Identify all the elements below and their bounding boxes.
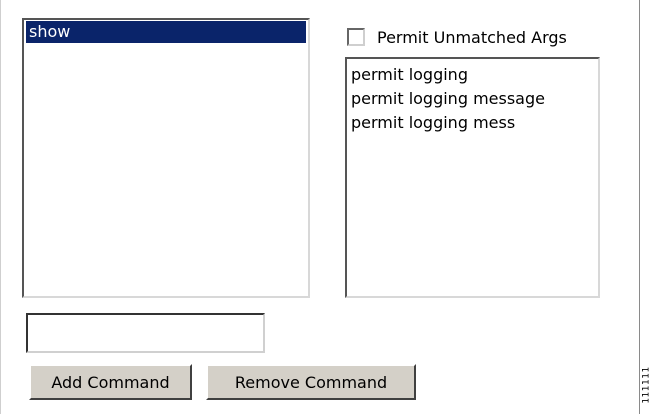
- permit-unmatched-args-checkbox[interactable]: [347, 28, 365, 46]
- figure-id: 111111: [640, 356, 654, 414]
- remove-command-button[interactable]: Remove Command: [206, 364, 416, 400]
- command-input[interactable]: [26, 313, 265, 353]
- arguments-list[interactable]: permit logging permit logging message pe…: [345, 57, 600, 298]
- argument-item[interactable]: permit logging: [347, 63, 598, 87]
- command-authorization-panel: show Permit Unmatched Args permit loggin…: [0, 0, 640, 414]
- command-list-item-show[interactable]: show: [26, 21, 306, 43]
- argument-item[interactable]: permit logging mess: [347, 111, 598, 135]
- figure-id-label: 111111: [642, 366, 653, 404]
- command-list[interactable]: show: [22, 18, 310, 298]
- add-command-button[interactable]: Add Command: [29, 364, 192, 400]
- argument-item[interactable]: permit logging message: [347, 87, 598, 111]
- permit-unmatched-args-label: Permit Unmatched Args: [377, 27, 567, 47]
- permit-unmatched-args-option[interactable]: Permit Unmatched Args: [347, 24, 567, 50]
